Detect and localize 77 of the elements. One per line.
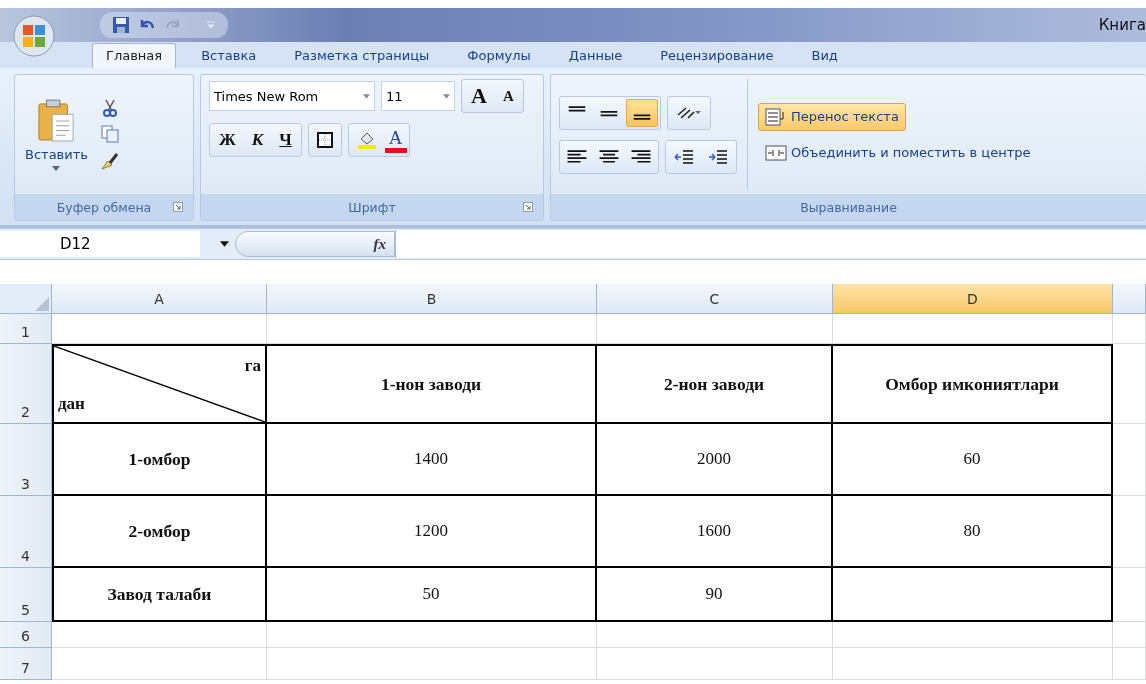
ribbon-tab[interactable]: Формулы [454, 44, 544, 68]
borders-icon[interactable] [316, 132, 333, 148]
insert-function-button[interactable]: fx [373, 235, 386, 253]
empty-cell [1113, 496, 1146, 568]
table-cell: 1400 [267, 424, 597, 496]
increase-indent-icon[interactable] [708, 148, 728, 165]
wrap-text-button[interactable]: Перенос текста [758, 102, 906, 131]
formula-field[interactable] [395, 230, 1146, 258]
group-label: Шрифт [348, 199, 396, 215]
caret-icon [443, 93, 450, 99]
table-cell: 80 [833, 496, 1113, 568]
table-cell: 1-нон заводи [267, 344, 597, 424]
wrap-text-icon [765, 107, 787, 126]
window-title: Книга [1098, 16, 1146, 34]
clipboard-icon [37, 98, 76, 143]
empty-cell [1113, 314, 1146, 344]
table-cell: 2-омбор [52, 496, 267, 568]
font-size-field[interactable]: 11 [381, 81, 455, 111]
group-label: Выравнивание [800, 199, 897, 215]
empty-cell [1113, 424, 1146, 496]
row-header[interactable]: 2 [0, 344, 52, 424]
dialog-launcher-icon[interactable] [523, 202, 533, 212]
empty-cell [1113, 622, 1146, 648]
table-cell: Омбор имкониятлари [833, 344, 1113, 424]
row-header[interactable]: 1 [0, 314, 52, 344]
fill-bucket-icon[interactable] [356, 131, 377, 149]
row-header[interactable]: 6 [0, 622, 52, 648]
italic-button[interactable]: К [244, 126, 271, 154]
table-cell: 1600 [597, 496, 833, 568]
table-cell: 1200 [267, 496, 597, 568]
ribbon-tab[interactable]: Вид [798, 44, 851, 68]
table-cell: 2-нон заводи [597, 344, 833, 424]
text-orientation-icon[interactable] [676, 104, 702, 121]
ribbon-tab[interactable]: Главная [92, 43, 177, 68]
bold-button[interactable]: Ж [212, 126, 243, 154]
ribbon-tab[interactable]: Рецензирование [647, 44, 787, 68]
name-box[interactable]: D12 [0, 231, 200, 257]
grow-font-button[interactable]: A [464, 82, 494, 110]
column-header[interactable]: C [597, 284, 833, 314]
brush-icon[interactable] [99, 150, 120, 171]
decrease-indent-icon[interactable] [674, 148, 694, 165]
caret-icon [363, 93, 370, 99]
row-header[interactable]: 5 [0, 568, 52, 622]
table-cell: 1-омбор [52, 424, 267, 496]
save-icon[interactable] [112, 16, 130, 34]
paste-button[interactable]: Вставить [23, 96, 90, 173]
column-header[interactable]: D [833, 284, 1113, 314]
column-header[interactable]: A [52, 284, 267, 314]
scissors-icon[interactable] [101, 98, 118, 117]
empty-cell [1113, 648, 1146, 680]
ribbon-tab[interactable]: Вставка [188, 44, 270, 68]
corner-triangle-icon [35, 297, 49, 311]
vertical-align-icon[interactable] [626, 98, 658, 127]
shrink-font-button[interactable]: A [495, 82, 521, 110]
font-name-field[interactable]: Times New Rom [209, 81, 375, 111]
underline-button[interactable]: Ч [272, 126, 299, 154]
ribbon-tab[interactable]: Данные [555, 44, 636, 68]
table-cell: 50 [267, 568, 597, 622]
column-header[interactable]: B [267, 284, 597, 314]
table-cell: Завод талаби [52, 568, 267, 622]
row-header[interactable]: 3 [0, 424, 52, 496]
ribbon-tab[interactable]: Разметка страницы [281, 44, 443, 68]
table-cell: 2000 [597, 424, 833, 496]
table-cell: га [244, 356, 261, 376]
empty-cell [1113, 568, 1146, 622]
caret-icon [52, 165, 61, 171]
copy-icon[interactable] [100, 124, 119, 143]
merge-center-button[interactable]: Объединить и поместить в центре [758, 138, 1038, 167]
table-cell: 90 [597, 568, 833, 622]
group-label: Буфер обмена [56, 199, 152, 215]
row-header[interactable]: 4 [0, 496, 52, 568]
table-cell: 60 [833, 424, 1113, 496]
row-header[interactable]: 7 [0, 648, 52, 680]
caret-icon[interactable] [220, 241, 229, 247]
merge-cells-icon [765, 143, 787, 162]
dialog-launcher-icon[interactable] [173, 202, 183, 212]
table-cell: дан [58, 394, 85, 414]
